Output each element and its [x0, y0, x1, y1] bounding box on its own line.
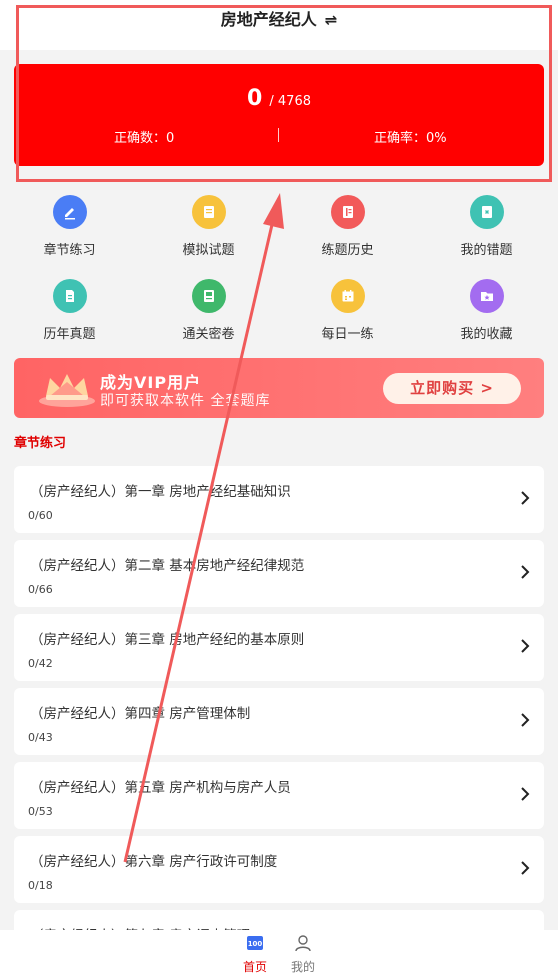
person-icon — [295, 935, 311, 952]
buy-now-button[interactable]: 立即购买 > — [383, 373, 521, 404]
section-title: 章节练习 — [14, 436, 67, 451]
chevron-right-icon — [521, 639, 530, 653]
bottom-tab-bar: 100 首页 我的 — [0, 930, 558, 975]
tab-label: 首页 — [242, 960, 267, 974]
chapter-item[interactable]: （房产经纪人）第三章 房地产经纪的基本原则 0/42 — [14, 614, 544, 681]
history-book-icon — [330, 195, 365, 229]
wrong-notebook-icon — [469, 195, 504, 229]
score-divider — [278, 128, 279, 142]
tab-home[interactable]: 100 首页 — [235, 934, 275, 975]
grid-label: 每日一练 — [321, 327, 374, 342]
exam-title: 房地产经纪人 — [220, 10, 317, 29]
answered-count: 0 — [246, 86, 263, 111]
total-count: / 4768 — [269, 94, 311, 109]
chapter-progress: 0/66 — [28, 583, 53, 596]
grid-item-practice-history[interactable]: 练题历史 — [278, 190, 417, 258]
grid-label: 模拟试题 — [182, 243, 235, 258]
grid-item-mock-exam[interactable]: 模拟试题 — [139, 190, 278, 258]
chapter-name: （房产经纪人）第五章 房产机构与房产人员 — [30, 780, 291, 796]
chapter-name: （房产经纪人）第二章 基本房地产经纪律规范 — [30, 558, 305, 574]
score-card: 0 / 4768 正确数：0 正确率：0% — [14, 64, 544, 166]
grid-label: 我的错题 — [460, 243, 513, 258]
chapter-progress: 0/60 — [28, 509, 53, 522]
chapter-item[interactable]: （房产经纪人）第五章 房产机构与房产人员 0/53 — [14, 762, 544, 829]
tab-me[interactable]: 我的 — [283, 934, 323, 975]
app-header: 房地产经纪人 ⇌ — [0, 0, 558, 50]
document-icon — [191, 195, 226, 229]
chapter-item[interactable]: （房产经纪人）第二章 基本房地产经纪律规范 0/66 — [14, 540, 544, 607]
chapter-item[interactable]: （房产经纪人）第四章 房产管理体制 0/43 — [14, 688, 544, 755]
correct-rate: 正确率：0% — [374, 131, 447, 146]
home-100-icon: 100 — [247, 936, 263, 950]
chapter-name: （房产经纪人）第三章 房地产经纪的基本原则 — [30, 632, 305, 648]
chapter-progress: 0/53 — [28, 805, 53, 818]
chapter-name: （房产经纪人）第一章 房地产经纪基础知识 — [30, 484, 291, 500]
grid-label: 我的收藏 — [460, 327, 513, 342]
svg-text:100: 100 — [248, 940, 263, 948]
correct-count: 正确数：0 — [114, 131, 175, 146]
chapter-name: （房产经纪人）第六章 房产行政许可制度 — [30, 854, 278, 870]
vip-crown-icon — [39, 374, 95, 407]
exam-switcher[interactable]: 房地产经纪人 ⇌ — [0, 6, 558, 30]
grid-label: 通关密卷 — [182, 327, 235, 342]
chapter-progress: 0/43 — [28, 731, 53, 744]
grid-label: 练题历史 — [321, 243, 374, 258]
chapter-item[interactable]: （房产经纪人）第一章 房地产经纪基础知识 0/60 — [14, 466, 544, 533]
secret-paper-icon — [191, 279, 226, 313]
grid-label: 历年真题 — [43, 327, 96, 342]
pencil-icon — [52, 195, 87, 229]
grid-item-past-exams[interactable]: 历年真题 — [0, 274, 139, 342]
chapter-progress: 0/18 — [28, 879, 53, 892]
swap-icon[interactable]: ⇌ — [325, 11, 338, 29]
chevron-right-icon — [521, 861, 530, 875]
grid-item-my-favorites[interactable]: 我的收藏 — [417, 274, 556, 342]
grid-item-pass-paper[interactable]: 通关密卷 — [139, 274, 278, 342]
tab-label: 我的 — [290, 960, 315, 974]
grid-label: 章节练习 — [43, 243, 96, 258]
chevron-right-icon — [521, 491, 530, 505]
calendar-icon — [330, 279, 365, 313]
chevron-right-icon — [521, 713, 530, 727]
grid-item-chapter-practice[interactable]: 章节练习 — [0, 190, 139, 258]
chapter-progress: 0/42 — [28, 657, 53, 670]
vip-banner[interactable]: 成为VIP用户 即可获取本软件 全套题库 立即购买 > — [14, 358, 544, 418]
chapter-item[interactable]: （房产经纪人）第六章 房产行政许可制度 0/18 — [14, 836, 544, 903]
grid-item-my-wrong-answers[interactable]: 我的错题 — [417, 190, 556, 258]
chevron-right-icon — [521, 565, 530, 579]
chapter-name: （房产经纪人）第四章 房产管理体制 — [30, 706, 251, 722]
progress-counter: 0 / 4768 — [14, 86, 544, 111]
vip-subtitle: 即可获取本软件 全套题库 — [100, 393, 271, 409]
paper-icon — [52, 279, 87, 313]
star-folder-icon — [469, 279, 504, 313]
grid-item-daily-practice[interactable]: 每日一练 — [278, 274, 417, 342]
chevron-right-icon — [521, 787, 530, 801]
